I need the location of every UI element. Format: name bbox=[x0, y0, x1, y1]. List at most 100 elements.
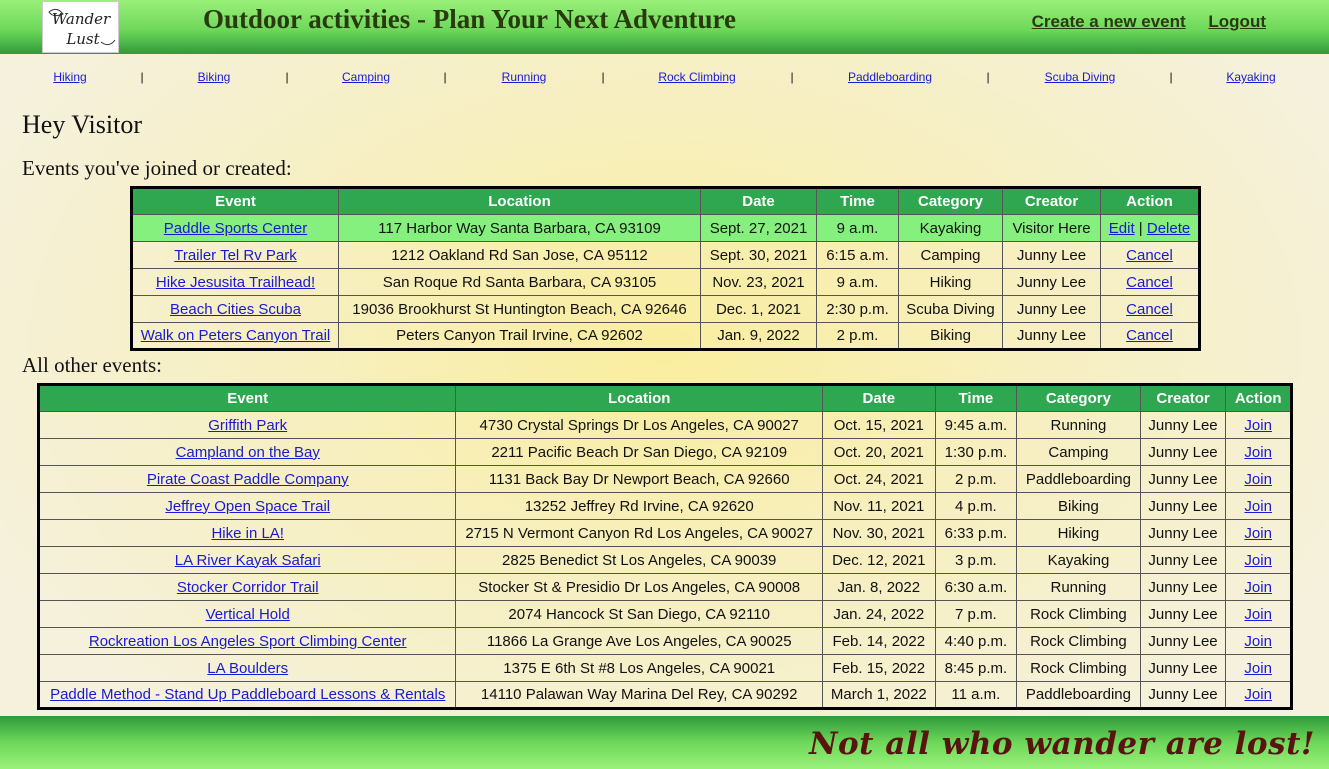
table-row: Hike Jesusita Trailhead! San Roque Rd San… bbox=[131, 268, 1200, 296]
event-cell: Campland on the Bay bbox=[37, 438, 457, 466]
time-cell: 11 a.m. bbox=[934, 681, 1018, 709]
action-cell: Cancel bbox=[1100, 268, 1200, 296]
site-title: Outdoor activities - Plan Your Next Adve… bbox=[203, 4, 736, 34]
join-link[interactable]: Join bbox=[1244, 444, 1272, 461]
wanderlust-logo[interactable]: Wander Lust bbox=[42, 1, 119, 53]
event-link[interactable]: Paddle Sports Center bbox=[164, 220, 307, 237]
event-link[interactable]: Beach Cities Scuba bbox=[170, 301, 301, 318]
cancel-link[interactable]: Cancel bbox=[1126, 247, 1173, 264]
nav-hiking[interactable]: Hiking bbox=[53, 70, 86, 84]
join-link[interactable]: Join bbox=[1244, 660, 1272, 677]
joined-events-table: Event Location Date Time Category Creator Acti… bbox=[130, 186, 1201, 351]
category-cell: Camping bbox=[1016, 438, 1141, 466]
date-cell: March 1, 2022 bbox=[821, 681, 936, 709]
event-link[interactable]: Stocker Corridor Trail bbox=[177, 579, 319, 596]
cancel-link[interactable]: Cancel bbox=[1126, 274, 1173, 291]
category-cell: Biking bbox=[1016, 492, 1141, 520]
join-link[interactable]: Join bbox=[1244, 633, 1272, 650]
action-cell: Edit | Delete bbox=[1100, 214, 1200, 242]
category-cell: Paddleboarding bbox=[1016, 681, 1141, 709]
event-cell: Rockreation Los Angeles Sport Climbing C… bbox=[37, 627, 457, 655]
event-link[interactable]: Campland on the Bay bbox=[176, 444, 320, 461]
creator-cell: Junny Lee bbox=[1139, 546, 1227, 574]
location-cell: 117 Harbor Way Santa Barbara, CA 93109 bbox=[338, 214, 701, 242]
category-cell: Biking bbox=[898, 322, 1003, 350]
event-cell: Jeffrey Open Space Trail bbox=[37, 492, 457, 520]
create-event-link[interactable]: Create a new event bbox=[1032, 12, 1186, 31]
join-link[interactable]: Join bbox=[1244, 498, 1272, 515]
time-cell: 4:40 p.m. bbox=[934, 627, 1018, 655]
event-link[interactable]: Griffith Park bbox=[208, 417, 287, 434]
column-header: Location bbox=[455, 384, 823, 412]
event-link[interactable]: LA River Kayak Safari bbox=[175, 552, 321, 569]
column-header: Location bbox=[338, 187, 701, 215]
event-link[interactable]: Hike in LA! bbox=[211, 525, 284, 542]
event-cell: Griffith Park bbox=[37, 411, 457, 439]
cancel-link[interactable]: Cancel bbox=[1126, 301, 1173, 318]
nav-biking[interactable]: Biking bbox=[198, 70, 231, 84]
join-link[interactable]: Join bbox=[1244, 417, 1272, 434]
event-link[interactable]: Hike Jesusita Trailhead! bbox=[156, 274, 315, 291]
action-cell: Join bbox=[1225, 654, 1292, 682]
svg-text:Lust: Lust bbox=[65, 30, 100, 48]
join-link[interactable]: Join bbox=[1244, 686, 1272, 703]
nav-rock-climbing[interactable]: Rock Climbing bbox=[658, 70, 735, 84]
delete-link[interactable]: Delete bbox=[1147, 220, 1190, 237]
other-events-title: All other events: bbox=[22, 353, 162, 377]
creator-cell: Junny Lee bbox=[1002, 295, 1101, 323]
cancel-link[interactable]: Cancel bbox=[1126, 327, 1173, 344]
date-cell: Dec. 1, 2021 bbox=[700, 295, 817, 323]
event-link[interactable]: Trailer Tel Rv Park bbox=[174, 247, 297, 264]
event-link[interactable]: Paddle Method - Stand Up Paddleboard Les… bbox=[50, 686, 445, 703]
action-cell: Join bbox=[1225, 573, 1292, 601]
event-link[interactable]: LA Boulders bbox=[207, 660, 288, 677]
nav-running[interactable]: Running bbox=[502, 70, 547, 84]
join-link[interactable]: Join bbox=[1244, 579, 1272, 596]
time-cell: 9 a.m. bbox=[816, 268, 899, 296]
table-row: Paddle Method - Stand Up Paddleboard Les… bbox=[37, 681, 1292, 709]
join-link[interactable]: Join bbox=[1244, 525, 1272, 542]
creator-cell: Junny Lee bbox=[1139, 573, 1227, 601]
joined-events-title: Events you've joined or created: bbox=[22, 156, 292, 180]
nav-scuba-diving[interactable]: Scuba Diving bbox=[1045, 70, 1116, 84]
date-cell: Sept. 30, 2021 bbox=[700, 241, 817, 269]
nav-camping[interactable]: Camping bbox=[342, 70, 390, 84]
table-row: Walk on Peters Canyon Trail Peters Canyon… bbox=[131, 322, 1200, 350]
logout-link[interactable]: Logout bbox=[1208, 12, 1266, 31]
event-link[interactable]: Jeffrey Open Space Trail bbox=[165, 498, 330, 515]
event-link[interactable]: Rockreation Los Angeles Sport Climbing C… bbox=[89, 633, 407, 650]
event-link[interactable]: Pirate Coast Paddle Company bbox=[147, 471, 349, 488]
time-cell: 7 p.m. bbox=[934, 600, 1018, 628]
join-link[interactable]: Join bbox=[1244, 552, 1272, 569]
category-cell: Running bbox=[1016, 573, 1141, 601]
date-cell: Jan. 24, 2022 bbox=[821, 600, 936, 628]
creator-cell: Junny Lee bbox=[1139, 519, 1227, 547]
table-row: LA River Kayak Safari 2825 Benedict St Lo… bbox=[37, 546, 1292, 574]
event-link[interactable]: Vertical Hold bbox=[206, 606, 290, 623]
join-link[interactable]: Join bbox=[1244, 606, 1272, 623]
category-cell: Paddleboarding bbox=[1016, 465, 1141, 493]
table-header-row: Event Location Date Time Category Creator Acti… bbox=[131, 187, 1200, 215]
edit-link[interactable]: Edit bbox=[1109, 220, 1135, 237]
time-cell: 9 a.m. bbox=[816, 214, 899, 242]
nav-separator: | bbox=[601, 70, 605, 84]
location-cell: 19036 Brookhurst St Huntington Beach, CA… bbox=[338, 295, 701, 323]
event-link[interactable]: Walk on Peters Canyon Trail bbox=[141, 327, 331, 344]
nav-paddleboarding[interactable]: Paddleboarding bbox=[848, 70, 932, 84]
creator-cell: Visitor Here bbox=[1002, 214, 1101, 242]
action-cell: Join bbox=[1225, 465, 1292, 493]
nav-separator: | bbox=[285, 70, 289, 84]
time-cell: 8:45 p.m. bbox=[934, 654, 1018, 682]
table-row: Jeffrey Open Space Trail 13252 Jeffrey Rd… bbox=[37, 492, 1292, 520]
nav-kayaking[interactable]: Kayaking bbox=[1226, 70, 1275, 84]
date-cell: Nov. 30, 2021 bbox=[821, 519, 936, 547]
table-row: Vertical Hold 2074 Hancock St San Diego, … bbox=[37, 600, 1292, 628]
location-cell: San Roque Rd Santa Barbara, CA 93105 bbox=[338, 268, 701, 296]
table-row: Stocker Corridor Trail Stocker St & Presi… bbox=[37, 573, 1292, 601]
action-cell: Cancel bbox=[1100, 295, 1200, 323]
creator-cell: Junny Lee bbox=[1139, 438, 1227, 466]
event-cell: Hike in LA! bbox=[37, 519, 457, 547]
action-cell: Join bbox=[1225, 546, 1292, 574]
time-cell: 2 p.m. bbox=[934, 465, 1018, 493]
join-link[interactable]: Join bbox=[1244, 471, 1272, 488]
